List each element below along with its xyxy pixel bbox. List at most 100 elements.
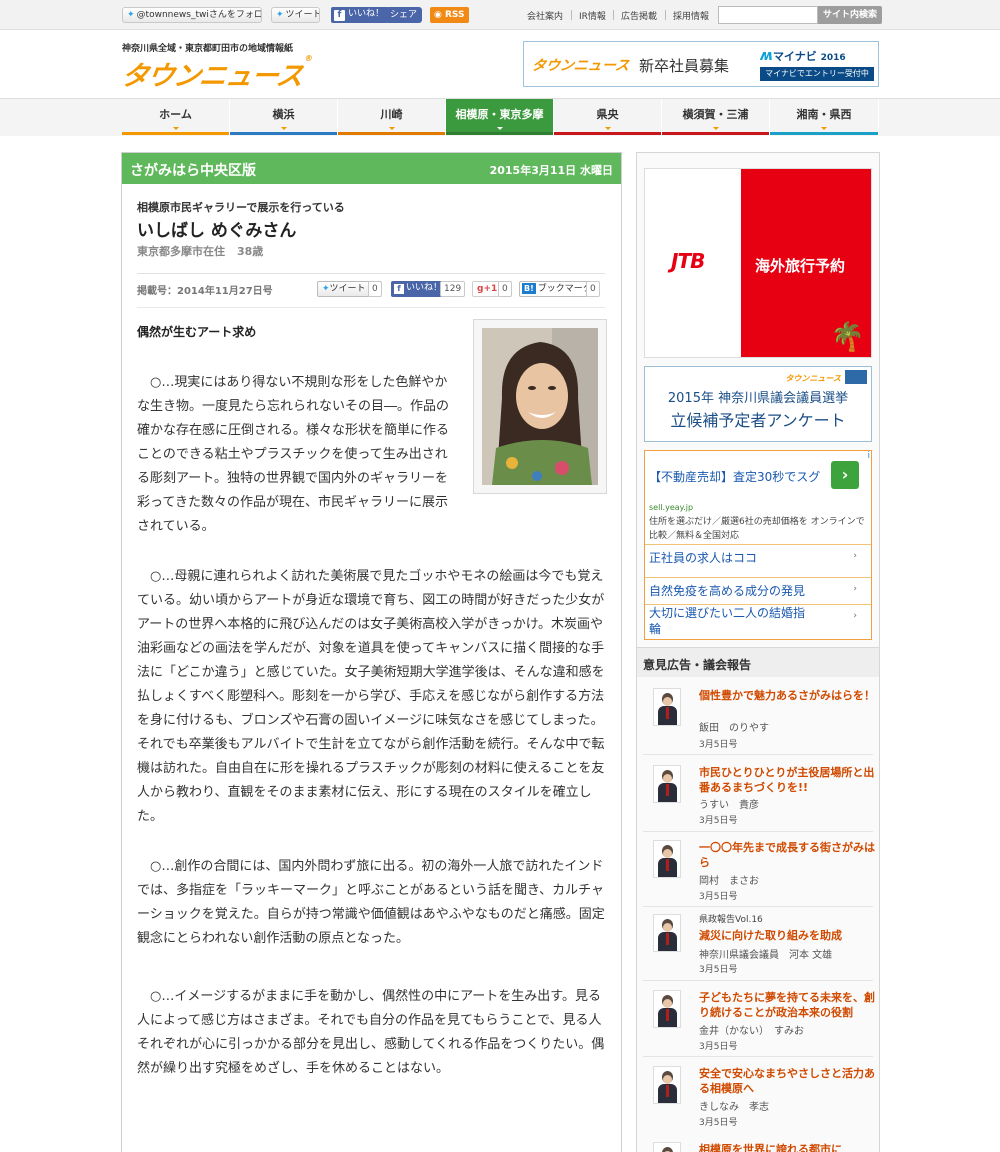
ad-link[interactable]: 大切に選びたい二人の結婚指輪	[649, 605, 814, 637]
opinion-title[interactable]: 市民ひとりひとりが主役居場所と出番あるまちづくりを!!	[699, 765, 877, 795]
like-count: 129	[440, 281, 466, 297]
divider	[643, 906, 873, 907]
rss-icon: ◉	[434, 10, 445, 20]
portrait-photo	[473, 319, 607, 494]
ad-link[interactable]: 自然免疫を高める成分の発見	[649, 582, 805, 599]
opinion-item[interactable]: 県政報告Vol.16 減災に向けた取り組みを助成 神奈川県議会議員 河本 文雄 …	[637, 914, 879, 986]
opinion-item[interactable]: 相模原を世界に誇れる都市に	[637, 1142, 879, 1152]
ad-link-row[interactable]: 大切に選びたい二人の結婚指輪 ›	[645, 604, 871, 639]
person-meta: 東京都多摩市在住 38歳	[137, 243, 263, 259]
opinion-title[interactable]: 一〇〇年先まで成長する街さがみはら	[699, 840, 877, 870]
chevron-down-icon	[172, 127, 179, 130]
issue-date: 掲載号：2014年11月27日号	[137, 286, 273, 297]
politician-avatar	[653, 840, 681, 878]
top-link-advertise[interactable]: 広告掲載	[621, 9, 657, 22]
nav-item-shonan-kensei[interactable]: 湘南・県西	[770, 99, 879, 135]
share-label: シェア	[390, 10, 418, 20]
mynavi-logo: ʍマイナビ 2016	[760, 48, 846, 64]
divider	[643, 754, 873, 755]
ad-arrow-button[interactable]: ›	[831, 461, 859, 489]
politician-avatar	[653, 688, 681, 726]
banner-logo: タウンニュース	[530, 58, 631, 74]
nav-label: 湘南・県西	[796, 108, 852, 121]
nav-item-sagamihara-tama[interactable]: 相模原・東京多摩	[446, 99, 554, 135]
person-residence: 東京都多摩市在住	[137, 245, 225, 258]
opinion-title[interactable]: 安全で安心なまちやさしさと活力ある相模原へ	[699, 1066, 877, 1096]
ad-link-row[interactable]: 自然免疫を高める成分の発見 ›	[645, 577, 871, 601]
section-title: 偶然が生むアート求め	[137, 325, 257, 339]
portrait-illustration	[482, 328, 598, 485]
site-tagline: 神奈川県全域・東京都町田市の地域情報紙	[122, 44, 294, 54]
opinion-date: 3月5日号	[699, 740, 738, 750]
twitter-bird-icon: ✦	[127, 10, 135, 20]
jtb-text: 海外旅行予約	[755, 257, 846, 275]
recruit-banner[interactable]: タウンニュース 新卒社員募集 ʍマイナビ 2016 マイナビでエントリー受付中	[523, 41, 879, 87]
survey-line2: 立候補予定者アンケート	[670, 411, 846, 430]
nav-item-yokohama[interactable]: 横浜	[230, 99, 338, 135]
opinion-title[interactable]: 子どもたちに夢を持てる未来を、創り続けることが政治本来の役割	[699, 990, 877, 1020]
opinion-section-header: 意見広告・議会報告	[637, 647, 879, 677]
opinion-date: 3月5日号	[699, 1118, 738, 1128]
twitter-bird-icon: ✦	[276, 10, 284, 20]
opinion-item[interactable]: 市民ひとりひとりが主役居場所と出番あるまちづくりを!! うすい 貴彦 3月5日号	[637, 765, 879, 837]
facebook-icon: f	[334, 10, 345, 21]
top-link-company[interactable]: 会社案内	[527, 9, 563, 22]
nav-color-bar	[770, 132, 878, 135]
nav-label: 相模原・東京多摩	[455, 108, 544, 121]
opinion-item[interactable]: 子どもたちに夢を持てる未来を、創り続けることが政治本来の役割 金井（かない） す…	[637, 990, 879, 1062]
ad-headline[interactable]: 【不動産売却】査定30秒でスグ	[649, 468, 820, 485]
divider	[665, 10, 666, 20]
share-like-label: いいね！	[406, 283, 443, 293]
top-link-ir[interactable]: IR情報	[579, 9, 606, 22]
nav-item-kenou[interactable]: 県央	[554, 99, 662, 135]
opinion-title[interactable]: 減災に向けた取り組みを助成	[699, 928, 877, 943]
site-search-input[interactable]	[718, 6, 818, 24]
nav-item-home[interactable]: ホーム	[122, 99, 230, 135]
opinion-item[interactable]: 安全で安心なまちやさしさと活力ある相模原へ きしなみ 孝志 3月5日号	[637, 1066, 879, 1138]
opinion-item[interactable]: 一〇〇年先まで成長する街さがみはら 岡村 まさお 3月5日号	[637, 840, 879, 912]
article-paragraph: ○…創作の合間には、国内外問わず旅に出る。初の海外一人旅で訪れたインドでは、多指…	[137, 859, 605, 946]
chevron-down-icon	[604, 127, 611, 130]
top-utility-bar: ✦ @townnews_twiさんをフォロー ✦ ツイート f いいね！ シェア ◉ …	[0, 0, 1000, 30]
opinion-item[interactable]: 個性豊かで魅力あるさがみはらを！ 飯田 のりやす 3月5日号	[637, 688, 879, 758]
facebook-icon: f	[394, 284, 404, 294]
article-title: いしばし めぐみさん	[137, 221, 297, 241]
chevron-down-icon	[712, 127, 719, 130]
top-link-recruit[interactable]: 採用情報	[673, 9, 709, 22]
site-logo[interactable]: タウンニュース®	[119, 54, 312, 93]
jtb-ad-banner[interactable]: JTB 海外旅行予約 🌴	[644, 168, 872, 358]
nav-item-yokosuka-miura[interactable]: 横須賀・三浦	[662, 99, 770, 135]
banner-text: 新卒社員募集	[639, 57, 730, 75]
building-icon	[845, 370, 867, 384]
opinion-title[interactable]: 相模原を世界に誇れる都市に	[699, 1142, 877, 1152]
facebook-share-button[interactable]: シェア	[385, 7, 423, 23]
survey-logo: タウンニュース	[785, 374, 841, 383]
tweet-label: ツイート	[285, 10, 320, 20]
ad-link[interactable]: 正社員の求人はココ	[649, 549, 757, 566]
nav-item-kawasaki[interactable]: 川崎	[338, 99, 446, 135]
share-like-button[interactable]: f いいね！	[391, 281, 447, 297]
opinion-section-title: 意見広告・議会報告	[643, 658, 752, 672]
ad-link-row[interactable]: 正社員の求人はココ ›	[645, 544, 871, 568]
like-label: いいね！	[348, 9, 385, 19]
facebook-like-button[interactable]: f いいね！	[331, 7, 389, 23]
rss-label: RSS	[445, 10, 465, 20]
portrait-image	[482, 328, 598, 485]
share-hatena-label: ブックマーク	[537, 284, 592, 294]
election-survey-banner[interactable]: タウンニュース 2015年 神奈川県議会議員選挙 立候補予定者アンケート	[644, 366, 872, 442]
nav-color-bar	[446, 132, 553, 135]
share-tweet-button[interactable]: ✦ツイート	[317, 281, 371, 297]
jtb-logo: JTB	[671, 249, 705, 273]
tweet-button[interactable]: ✦ ツイート	[271, 7, 320, 23]
opinion-author: 神奈川県議会議員 河本 文雄	[699, 950, 833, 961]
chevron-down-icon	[388, 127, 395, 130]
nav-color-bar	[230, 132, 337, 135]
site-search-button[interactable]: サイト内検索	[818, 6, 882, 24]
twitter-follow-button[interactable]: ✦ @townnews_twiさんをフォロー	[122, 7, 262, 23]
ad-info-icon[interactable]: i	[867, 451, 870, 461]
rss-button[interactable]: ◉ RSS	[430, 7, 469, 23]
nav-color-bar	[122, 132, 229, 135]
opinion-title[interactable]: 個性豊かで魅力あるさがみはらを！	[699, 688, 877, 703]
edition-date: 2015年3月11日 水曜日	[489, 164, 613, 177]
nav-color-bar	[554, 132, 661, 135]
